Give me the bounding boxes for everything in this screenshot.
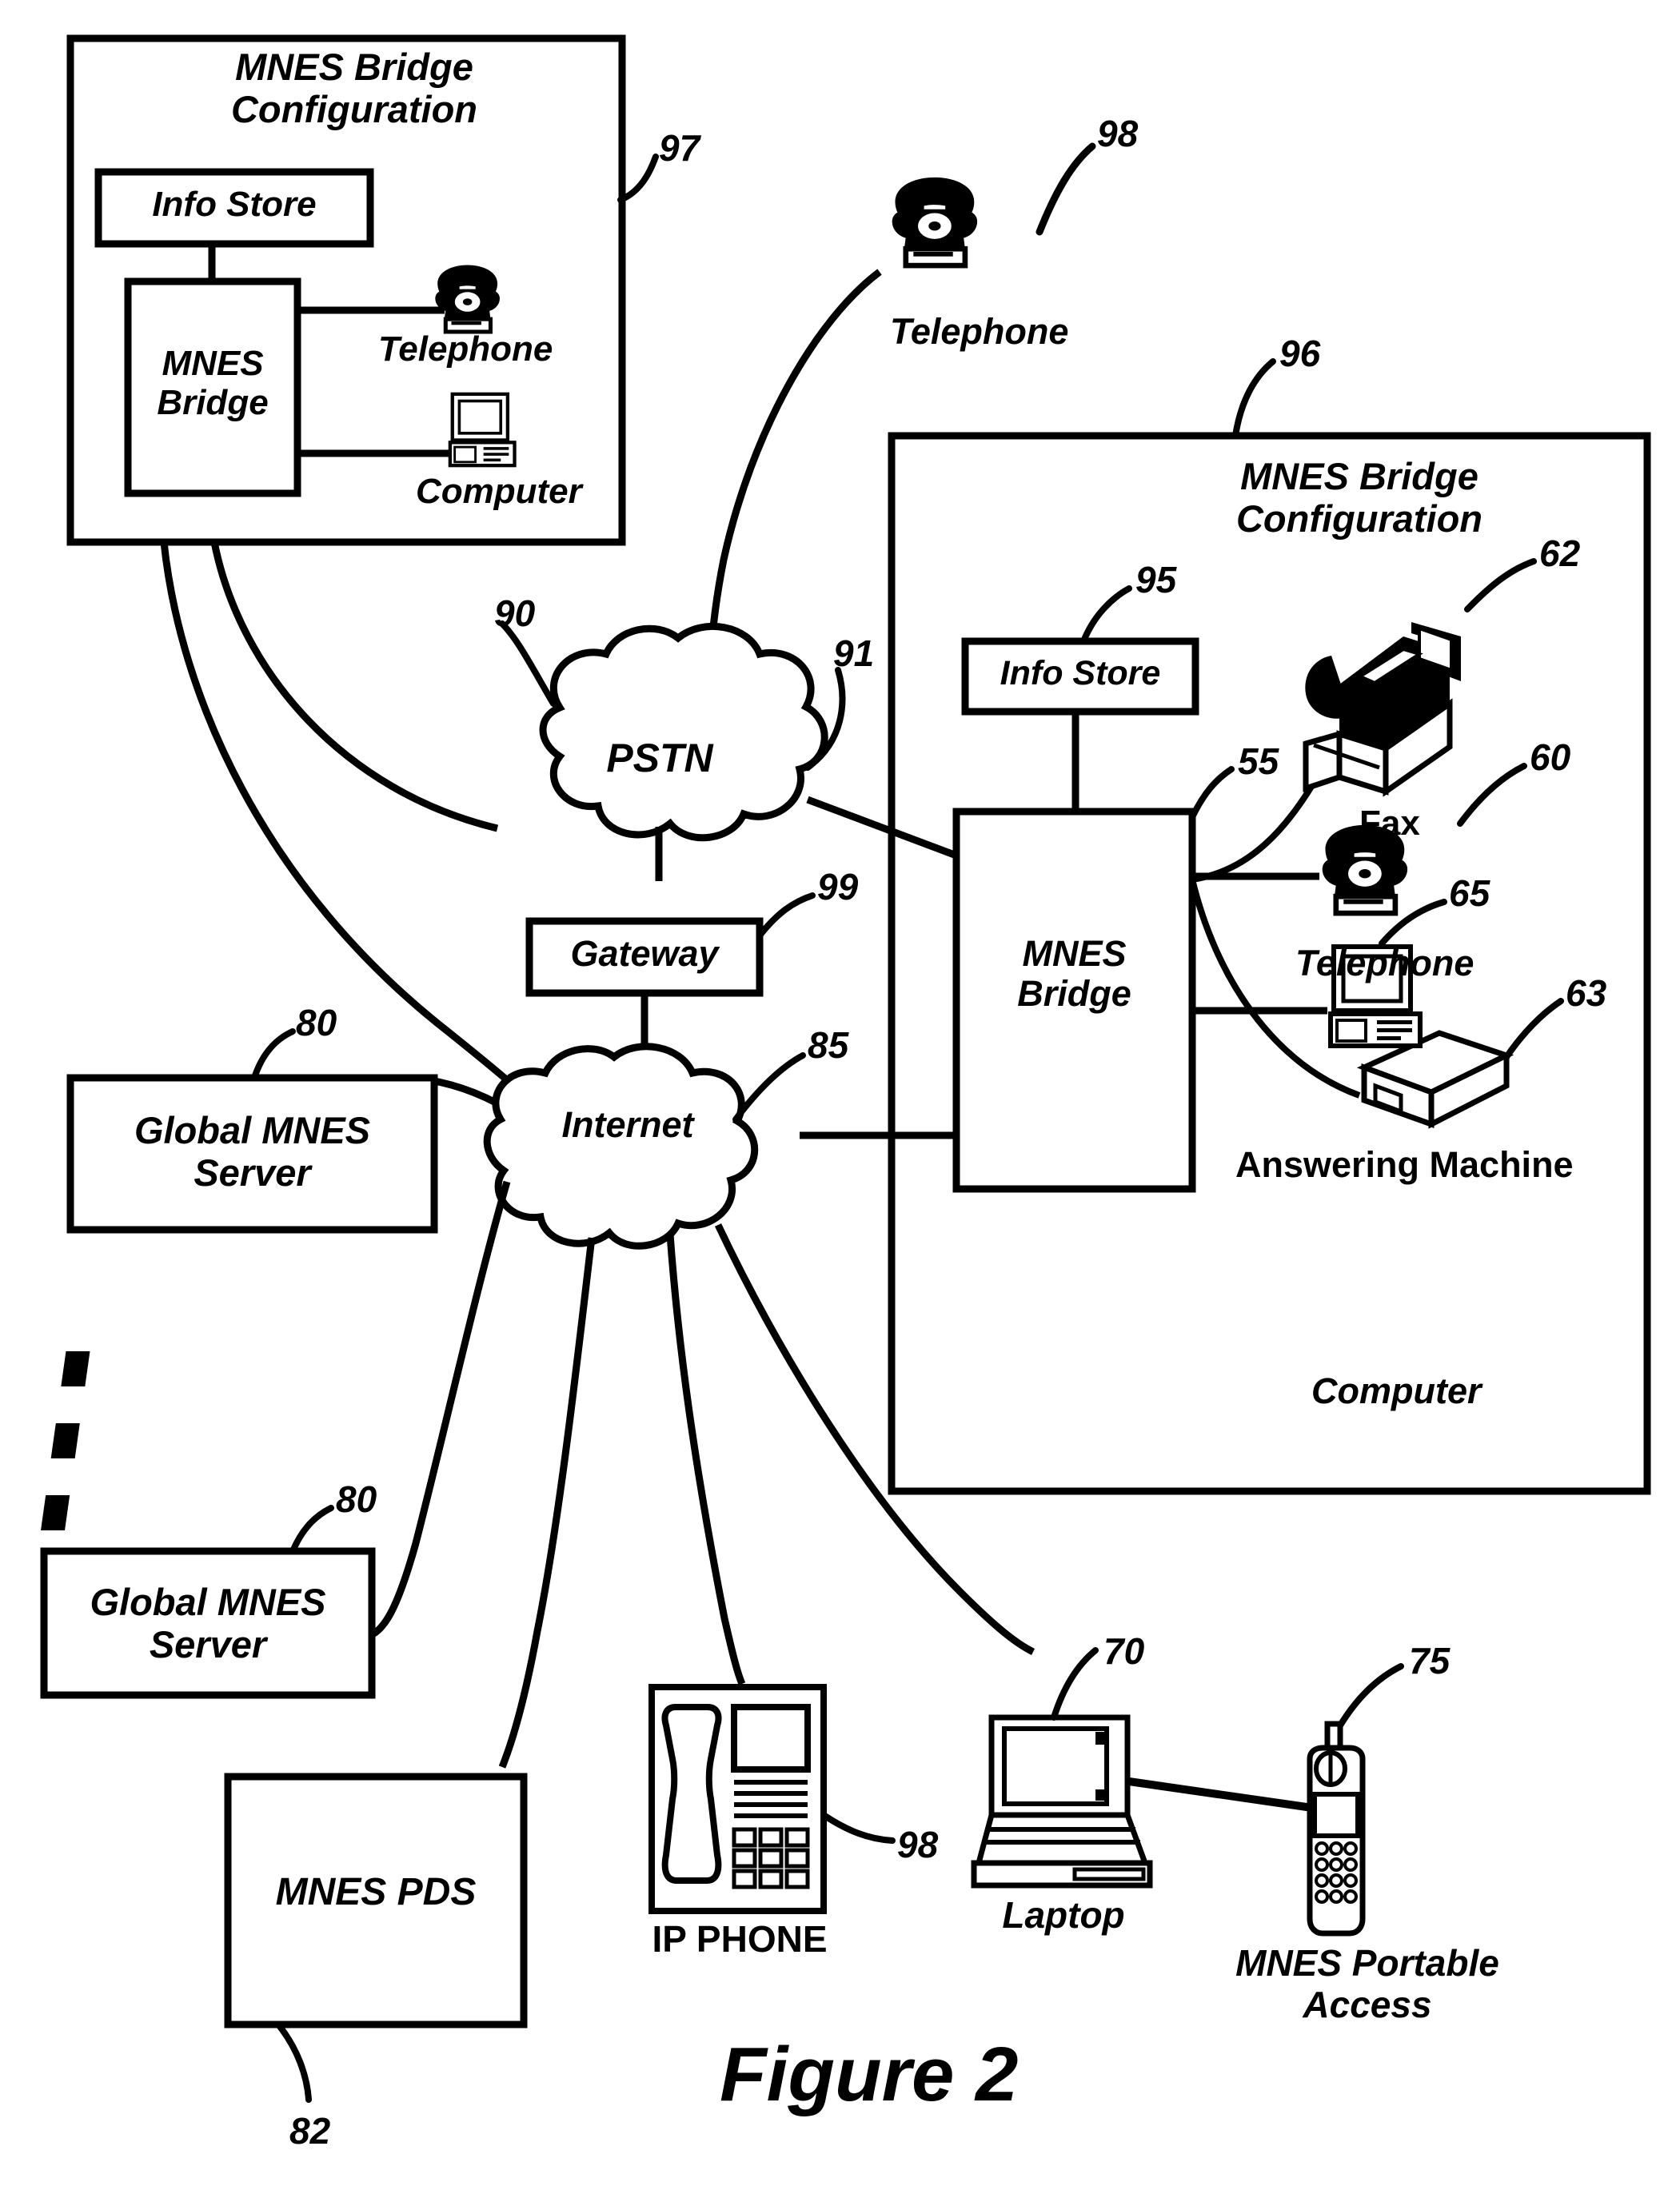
fax-icon [1303, 622, 1461, 797]
ref-82: 82 [289, 2110, 331, 2152]
ref-91: 91 [833, 632, 875, 674]
leader-60 [1457, 763, 1527, 827]
leader-85 [732, 1052, 806, 1123]
ip-phone-label: IP PHONE [652, 1918, 828, 1960]
right-config-title: MNES Bridge Configuration [1235, 455, 1483, 540]
computer-icon-left [450, 394, 515, 465]
left-telephone-label: Telephone [378, 329, 553, 369]
right-mnes-bridge-label: MNES Bridge [1017, 933, 1131, 1015]
ref-95: 95 [1135, 559, 1177, 600]
ref-99: 99 [817, 866, 859, 908]
answering-machine-label: Answering Machine [1235, 1144, 1574, 1185]
ref-65: 65 [1449, 872, 1490, 914]
internet-cloud [483, 1043, 759, 1250]
leader-70 [1051, 1647, 1099, 1721]
ref-98-ipphone: 98 [897, 1824, 939, 1865]
leader-82 [275, 2021, 312, 2103]
internet-ipphone-link [666, 1234, 746, 1685]
ip-phone-icon [648, 1684, 827, 1914]
gateway-label: Gateway [570, 933, 719, 974]
leader-96 [1232, 358, 1276, 439]
global-mnes-server-2-label: Global MNES Server [90, 1581, 326, 1665]
leader-97 [617, 154, 659, 203]
ref-62: 62 [1539, 533, 1581, 574]
top-telephone-label: Telephone [890, 311, 1069, 352]
mnes-pds-label: MNES PDS [275, 1871, 477, 1913]
telephone-icon-top [892, 178, 977, 265]
internet-pds-link [498, 1237, 596, 1769]
left-config-title: MNES Bridge Configuration [230, 46, 478, 130]
fax-label: Fax [1359, 804, 1420, 843]
laptop-icon [971, 1714, 1153, 1889]
leader-99 [756, 892, 816, 939]
ref-98-top: 98 [1097, 113, 1139, 154]
global-mnes-server-1-label: Global MNES Server [134, 1109, 371, 1194]
left-mnes-bridge-label: MNES Bridge [157, 344, 269, 423]
ref-80-a: 80 [296, 1002, 337, 1043]
leader-95 [1080, 585, 1132, 644]
pstn-cloud [539, 623, 828, 842]
ref-75: 75 [1409, 1640, 1451, 1681]
leader-62 [1464, 558, 1537, 612]
leader-63 [1503, 998, 1564, 1060]
pstn-label: PSTN [606, 736, 713, 780]
ref-97: 97 [659, 127, 700, 169]
mnes-portable-access-icon [1307, 1721, 1366, 1937]
laptop-label: Laptop [1002, 1894, 1125, 1936]
ellipsis-dot-1 [61, 1351, 90, 1386]
laptop-portable-link [1128, 1777, 1319, 1813]
right-computer-label: Computer [1311, 1370, 1482, 1411]
ref-90: 90 [494, 592, 536, 634]
ref-70: 70 [1103, 1630, 1145, 1672]
leader-55 [1189, 766, 1235, 820]
ref-80-b: 80 [336, 1478, 377, 1520]
mnes-portable-access-label: MNES Portable Access [1235, 1942, 1499, 2025]
figure-caption: Figure 2 [720, 2032, 1019, 2117]
leader-98-ipphone [820, 1812, 896, 1844]
ref-63: 63 [1566, 972, 1607, 1014]
leftbox-to-pstn-curve [210, 541, 499, 832]
ellipsis-dot-3 [41, 1495, 70, 1530]
ref-85: 85 [808, 1024, 849, 1066]
left-info-store-label: Info Store [152, 185, 317, 224]
leader-75 [1337, 1663, 1404, 1729]
ellipsis-dot-2 [50, 1423, 80, 1458]
ref-96: 96 [1279, 333, 1321, 374]
leader-90 [499, 620, 557, 707]
leader-80-a [251, 1028, 296, 1081]
patent-figure-2: MNES Bridge Configuration 97 Info Store … [0, 0, 1680, 2206]
ref-60: 60 [1530, 736, 1571, 778]
leader-98-top [1036, 142, 1096, 236]
right-telephone-label: Telephone [1295, 943, 1474, 983]
internet-label: Internet [561, 1104, 694, 1145]
right-info-store-label: Info Store [1000, 654, 1161, 692]
leader-80-b [289, 1505, 334, 1554]
telephone-icon-left [435, 265, 500, 332]
internet-server2-link [370, 1180, 511, 1638]
left-computer-label: Computer [416, 472, 582, 511]
internet-laptop-link [714, 1223, 1036, 1656]
pstn-bridge-link [806, 796, 958, 860]
ref-55: 55 [1238, 740, 1279, 782]
